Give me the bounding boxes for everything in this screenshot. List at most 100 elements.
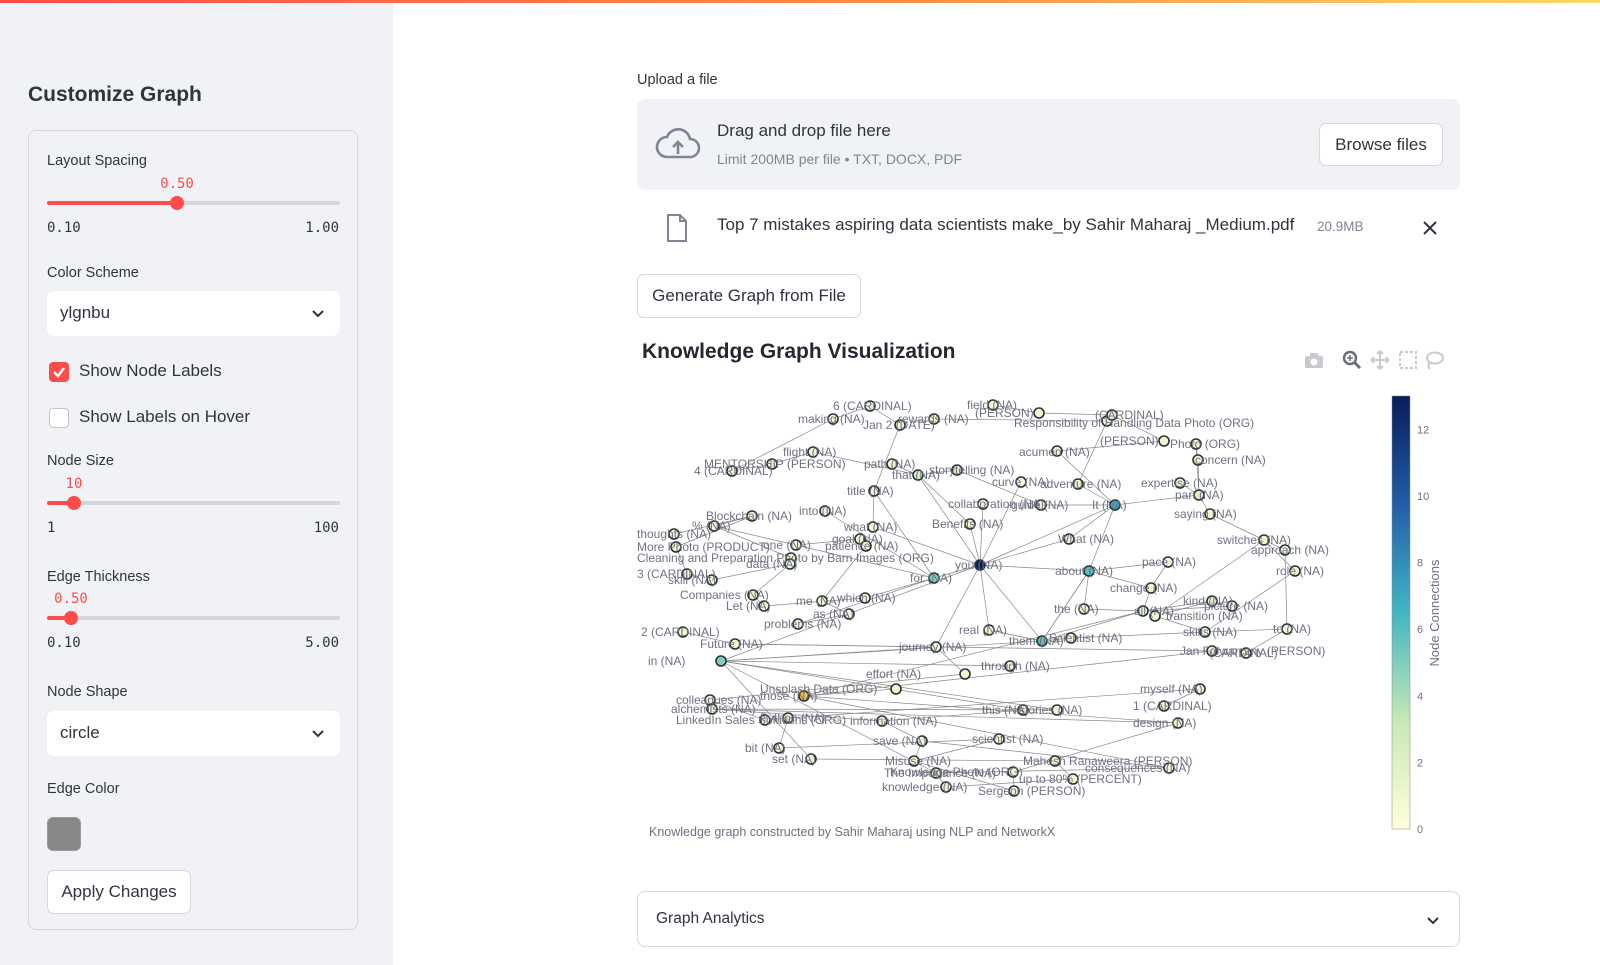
edge-thickness-label: Edge Thickness — [47, 569, 150, 585]
node-label: guide (NA) — [1011, 498, 1068, 512]
node-label: Photo (ORG) — [1170, 437, 1240, 451]
edge-color-swatch[interactable] — [47, 817, 81, 851]
colorbar-title: Node Connections — [1427, 559, 1442, 666]
file-dropzone[interactable]: Drag and drop file here Limit 200MB per … — [637, 99, 1460, 190]
graph-node[interactable] — [715, 655, 727, 667]
colorbar-tick: 0 — [1417, 824, 1423, 836]
node-label: real (NA) — [959, 623, 1007, 637]
node-label: stories (NA) — [1019, 703, 1082, 717]
graph-node[interactable] — [959, 668, 971, 680]
graph-edge — [720, 660, 1011, 667]
graph-caption: Knowledge graph constructed by Sahir Mah… — [649, 825, 1056, 839]
node-label: Jan 2 (DATE) — [863, 418, 935, 432]
browse-files-button[interactable]: Browse files — [1319, 123, 1443, 166]
sidebar-title: Customize Graph — [28, 83, 202, 106]
show-node-labels-checkbox[interactable] — [49, 362, 69, 382]
edge-thickness-slider[interactable] — [47, 611, 340, 625]
node-label: for (NA) — [910, 571, 952, 585]
edge-thickness-value: 0.50 — [54, 591, 88, 607]
node-size-label: Node Size — [47, 453, 114, 469]
layout-spacing-fill — [47, 201, 177, 205]
node-size-min: 1 — [47, 520, 56, 536]
node-label: (PERSON) — [975, 406, 1034, 420]
camera-icon[interactable] — [1304, 351, 1324, 369]
lasso-icon[interactable] — [1424, 350, 1444, 370]
node-label: (PERSON) — [1100, 434, 1159, 448]
node-label: you (NA) — [955, 558, 1002, 572]
layout-spacing-slider[interactable] — [47, 196, 340, 210]
colorbar — [1391, 395, 1411, 830]
colorbar-tick: 4 — [1417, 691, 1423, 703]
node-shape-select[interactable]: circle — [47, 711, 340, 756]
node-label: Sergeon (PERSON) — [978, 784, 1085, 798]
show-labels-on-hover-checkbox[interactable] — [49, 408, 69, 428]
node-label: title (NA) — [847, 484, 894, 498]
sidebar: Customize Graph Layout Spacing 0.50 0.10… — [0, 3, 393, 965]
node-label: 1 (CARDINAL) — [1133, 699, 1212, 713]
node-label: skills (NA) — [1183, 625, 1237, 639]
chevron-down-icon — [1427, 917, 1439, 925]
colorbar-tick: 10 — [1417, 491, 1429, 503]
node-label: What (NA) — [1058, 532, 1114, 546]
node-size-slider[interactable] — [47, 496, 340, 510]
node-shape-value: circle — [60, 723, 100, 742]
checkmark-icon — [53, 367, 65, 378]
node-label: Scientist (NA) — [1049, 631, 1122, 645]
layout-spacing-label: Layout Spacing — [47, 153, 147, 169]
node-label: set (NA) — [772, 752, 816, 766]
edge-color-label: Edge Color — [47, 781, 120, 797]
layout-spacing-max: 1.00 — [305, 220, 339, 236]
drop-limits: Limit 200MB per file • TXT, DOCX, PDF — [717, 151, 963, 167]
box-select-icon[interactable] — [1398, 350, 1418, 370]
layout-spacing-min: 0.10 — [47, 220, 81, 236]
settings-form: Layout Spacing 0.50 0.10 1.00 Color Sche… — [28, 130, 358, 930]
knowledge-graph-plot[interactable]: 6 (CARDINAL)making (NA) rewards (NA)Jan 2… — [637, 378, 1460, 848]
node-label: scientist (NA) — [972, 732, 1043, 746]
layout-spacing-thumb[interactable] — [170, 196, 184, 210]
drop-title: Drag and drop file here — [717, 121, 891, 140]
colorbar-tick: 8 — [1417, 558, 1423, 570]
edge-thickness-thumb[interactable] — [64, 611, 78, 625]
node-label: knowledge (NA) — [882, 780, 967, 794]
node-label: design (NA) — [1133, 716, 1196, 730]
generate-graph-button[interactable]: Generate Graph from File — [637, 274, 861, 318]
upload-label: Upload a file — [637, 72, 718, 88]
close-icon[interactable] — [1422, 220, 1438, 236]
chevron-down-icon — [312, 730, 324, 738]
node-label: transition (NA) — [1166, 609, 1243, 623]
graph-node[interactable] — [1158, 435, 1170, 447]
node-label: one (NA) — [763, 538, 811, 552]
node-label: in (NA) — [648, 654, 685, 668]
node-label: me (NA) — [796, 594, 841, 608]
edge-thickness-min: 0.10 — [47, 635, 81, 651]
edge-thickness-max: 5.00 — [305, 635, 339, 651]
uploaded-file-name: Top 7 mistakes aspiring data scientists … — [717, 215, 1295, 234]
node-label: It (NA) — [1092, 498, 1127, 512]
node-label: data (NA) — [746, 557, 797, 571]
graph-node-labels: 6 (CARDINAL)making (NA) rewards (NA)Jan 2… — [637, 398, 1329, 798]
show-node-labels-label: Show Node Labels — [79, 361, 222, 380]
node-label: approach (NA) — [1251, 543, 1329, 557]
color-scheme-value: ylgnbu — [60, 303, 111, 322]
color-scheme-select[interactable]: ylgnbu — [47, 291, 340, 336]
node-label: effort (NA) — [866, 667, 921, 681]
chevron-down-icon — [312, 310, 324, 318]
graph-analytics-expander[interactable]: Graph Analytics — [637, 891, 1460, 947]
node-label: Python (NA) — [760, 711, 825, 725]
graph-analytics-label: Graph Analytics — [656, 910, 765, 927]
node-label: Knowledge Photo (ORG) — [890, 765, 1023, 779]
node-size-thumb[interactable] — [67, 496, 81, 510]
zoom-icon[interactable] — [1342, 350, 1362, 370]
node-label: % (NA) — [692, 519, 731, 533]
node-label: through (NA) — [981, 659, 1050, 673]
apply-changes-button[interactable]: Apply Changes — [47, 870, 191, 914]
node-label: (CARDINAL) — [1095, 408, 1164, 422]
node-label: to (NA) — [1273, 622, 1311, 636]
node-label: into (NA) — [799, 504, 846, 518]
pan-icon[interactable] — [1370, 350, 1390, 370]
uploaded-file-size: 20.9MB — [1317, 219, 1364, 234]
color-scheme-label: Color Scheme — [47, 265, 139, 281]
file-icon — [667, 214, 687, 242]
graph-node[interactable] — [890, 683, 902, 695]
cloud-upload-icon — [655, 127, 701, 159]
